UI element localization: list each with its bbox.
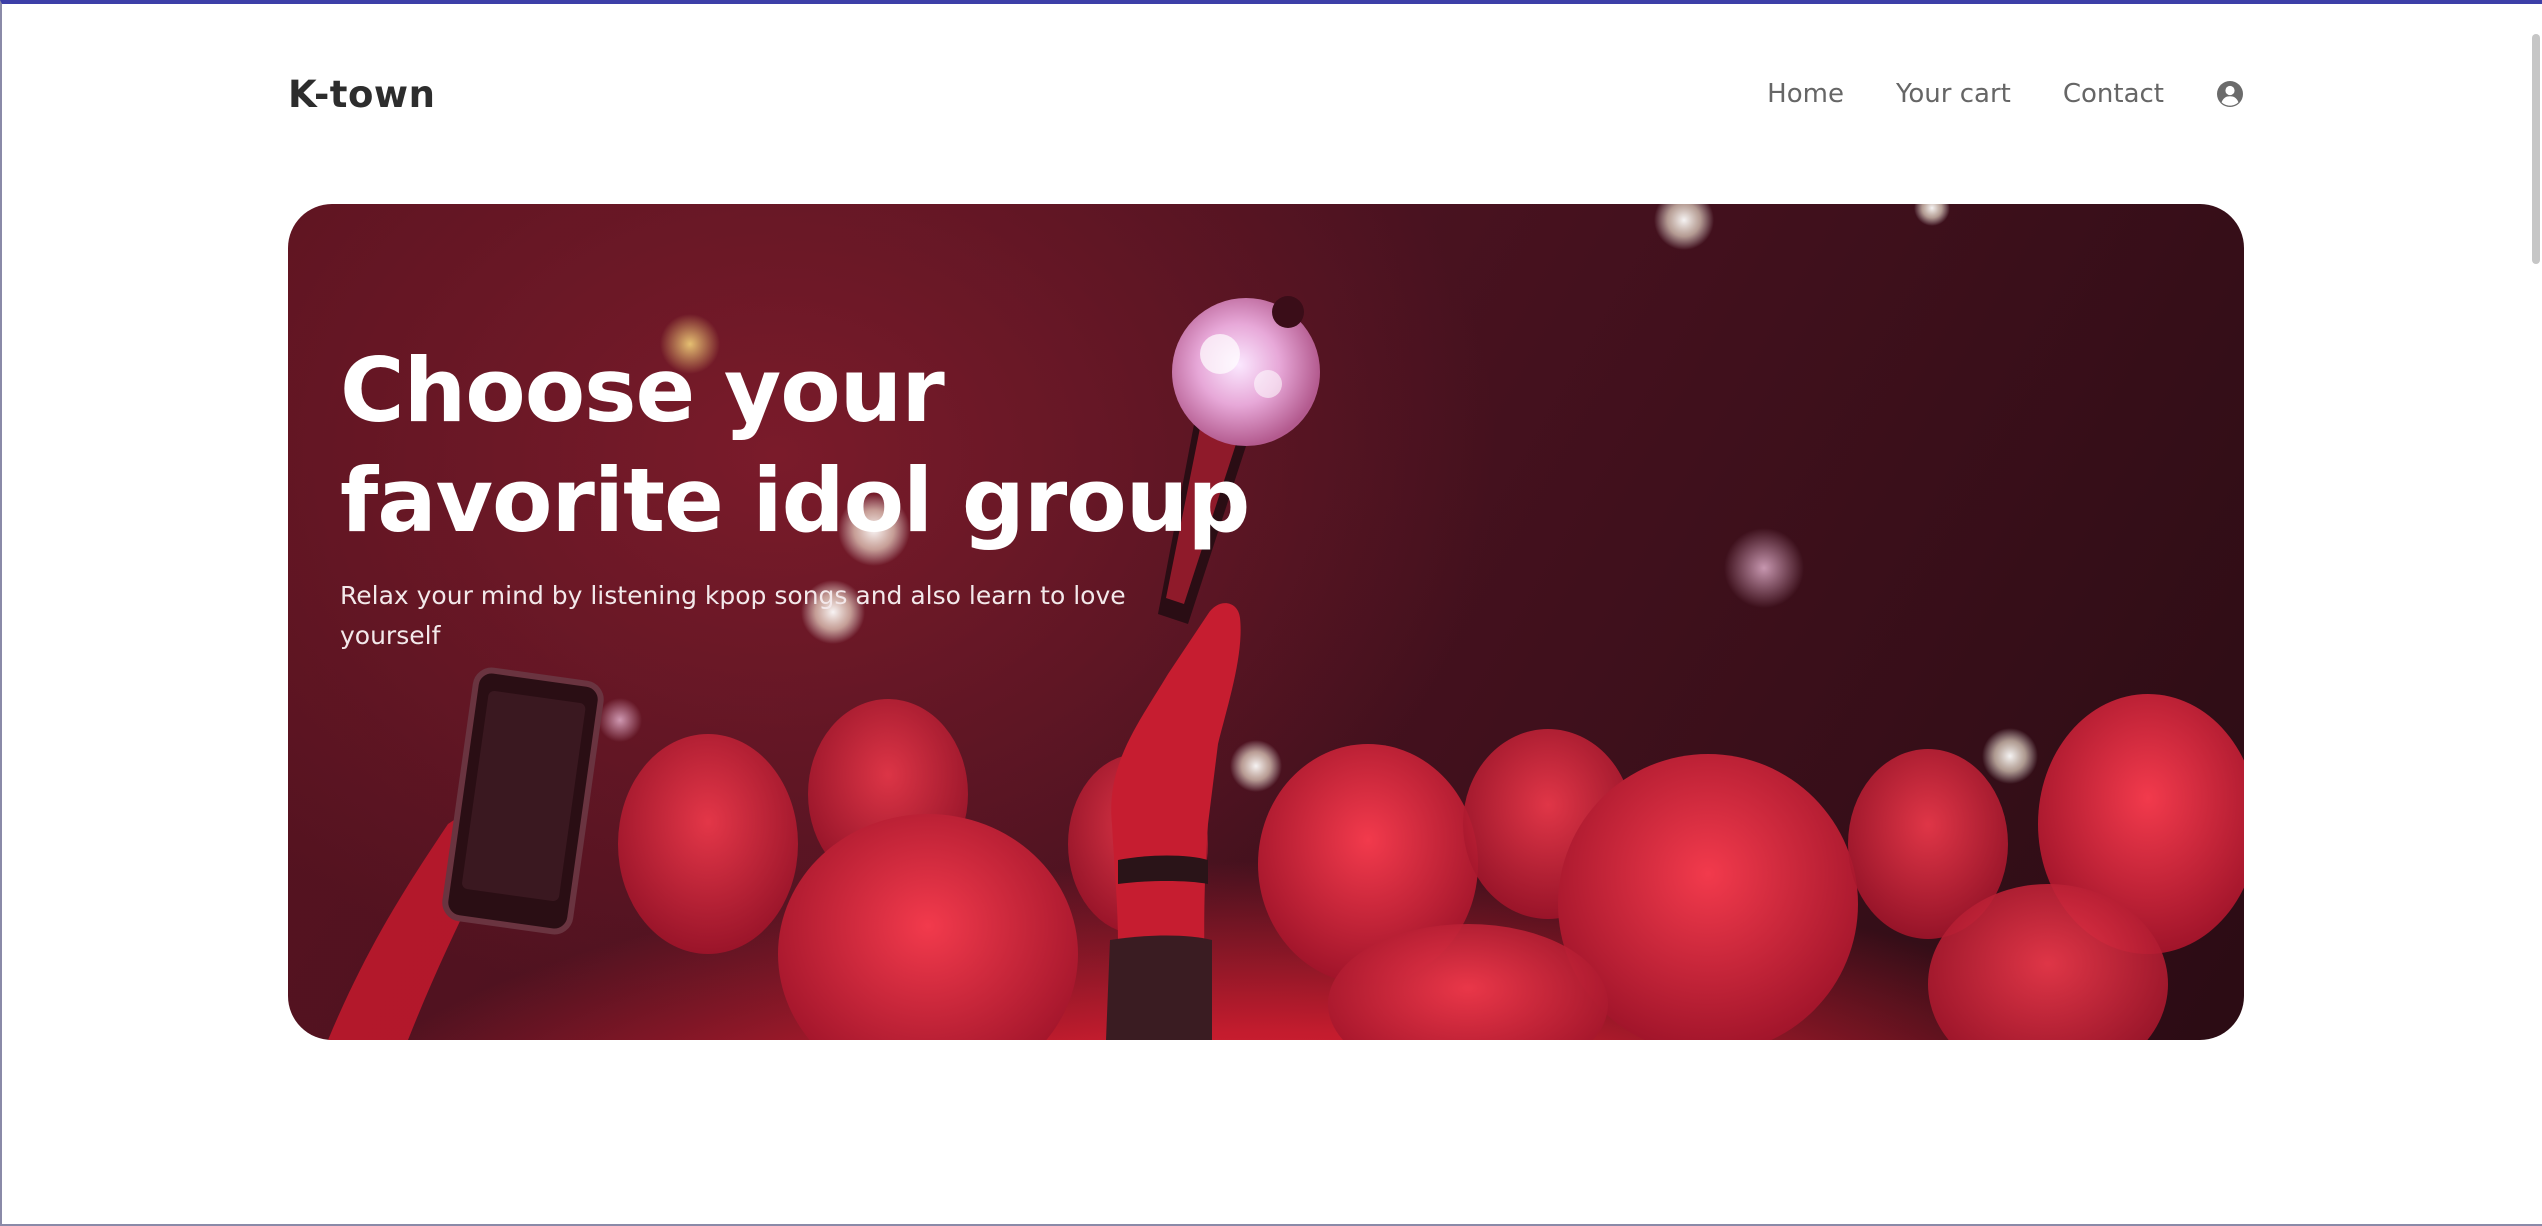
site-logo[interactable]: K-town xyxy=(288,73,435,116)
scrollbar-thumb[interactable] xyxy=(2532,34,2540,264)
hero-banner: Choose your favorite idol group Relax yo… xyxy=(288,204,2244,1040)
page-scrollbar[interactable] xyxy=(2526,8,2542,1224)
hero-subtitle: Relax your mind by listening kpop songs … xyxy=(340,581,1126,650)
browser-window: K-town Home Your cart Contact Choose you… xyxy=(0,0,2542,1226)
user-circle-icon[interactable] xyxy=(2216,80,2244,108)
hero-title: Choose your favorite idol group xyxy=(340,339,1250,552)
nav-contact-link[interactable]: Contact xyxy=(2063,79,2164,109)
nav-home-link[interactable]: Home xyxy=(1767,79,1844,109)
navbar: K-town Home Your cart Contact xyxy=(288,56,2244,132)
nav-links: Home Your cart Contact xyxy=(1767,79,2244,109)
nav-cart-link[interactable]: Your cart xyxy=(1896,79,2011,109)
